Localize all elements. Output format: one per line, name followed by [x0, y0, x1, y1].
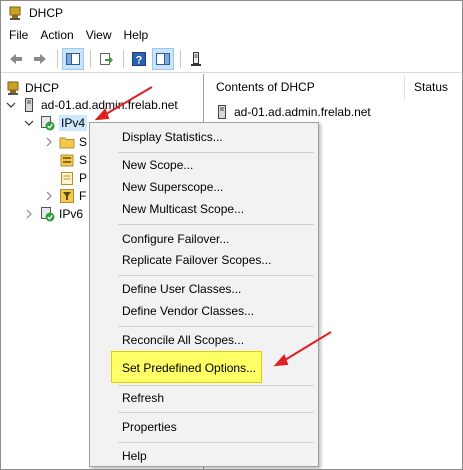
- annotation-arrows: [94, 86, 332, 367]
- arrow-to-set-predefined-options-icon: [273, 331, 332, 367]
- arrow-to-ipv4-icon: [94, 86, 153, 121]
- dhcp-window: DHCP File Action View Help ? DHCP ad-01.…: [0, 0, 463, 470]
